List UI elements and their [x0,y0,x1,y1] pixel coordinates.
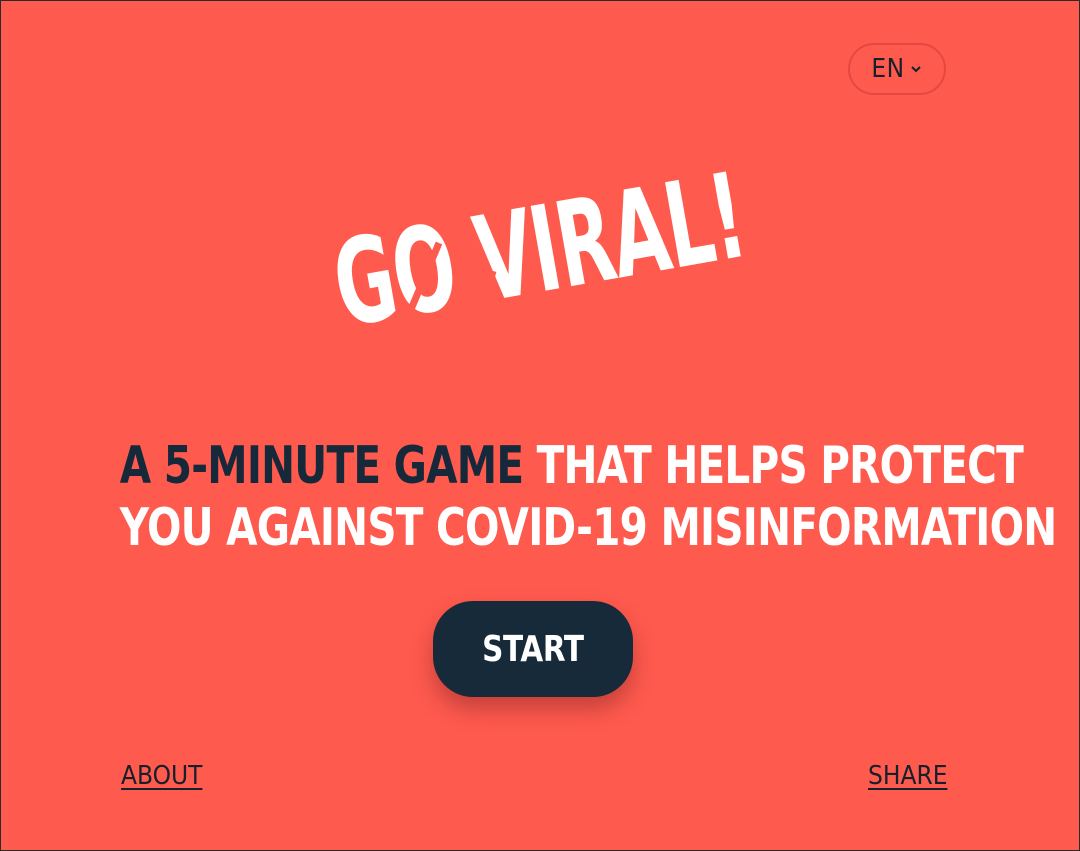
share-link[interactable]: SHARE [868,761,947,791]
background [1,1,1079,850]
start-button-label: START [482,628,584,670]
tagline-line-2: YOU AGAINST COVID-19 MISINFORMATION [119,498,1057,558]
language-selector[interactable]: EN [848,43,946,95]
tagline-text: THAT HELPS PROTECT [536,436,1024,496]
go-viral-logo: GO VIRAL! [324,151,755,355]
tagline-line-1: A 5-MINUTE GAME THAT HELPS PROTECT [119,435,1024,497]
landing-screen: EN GO VIRAL! A 5-MINUTE GAME THAT HELPS … [0,0,1080,851]
tagline-highlight: A 5-MINUTE GAME [119,436,524,496]
logo-text: GO VIRAL! [324,151,755,355]
tagline: A 5-MINUTE GAME THAT HELPS PROTECT YOU A… [1,435,1079,559]
about-link[interactable]: ABOUT [121,761,202,791]
chevron-down-icon [909,62,923,76]
language-label: EN [871,54,905,84]
start-button[interactable]: START [433,601,633,697]
